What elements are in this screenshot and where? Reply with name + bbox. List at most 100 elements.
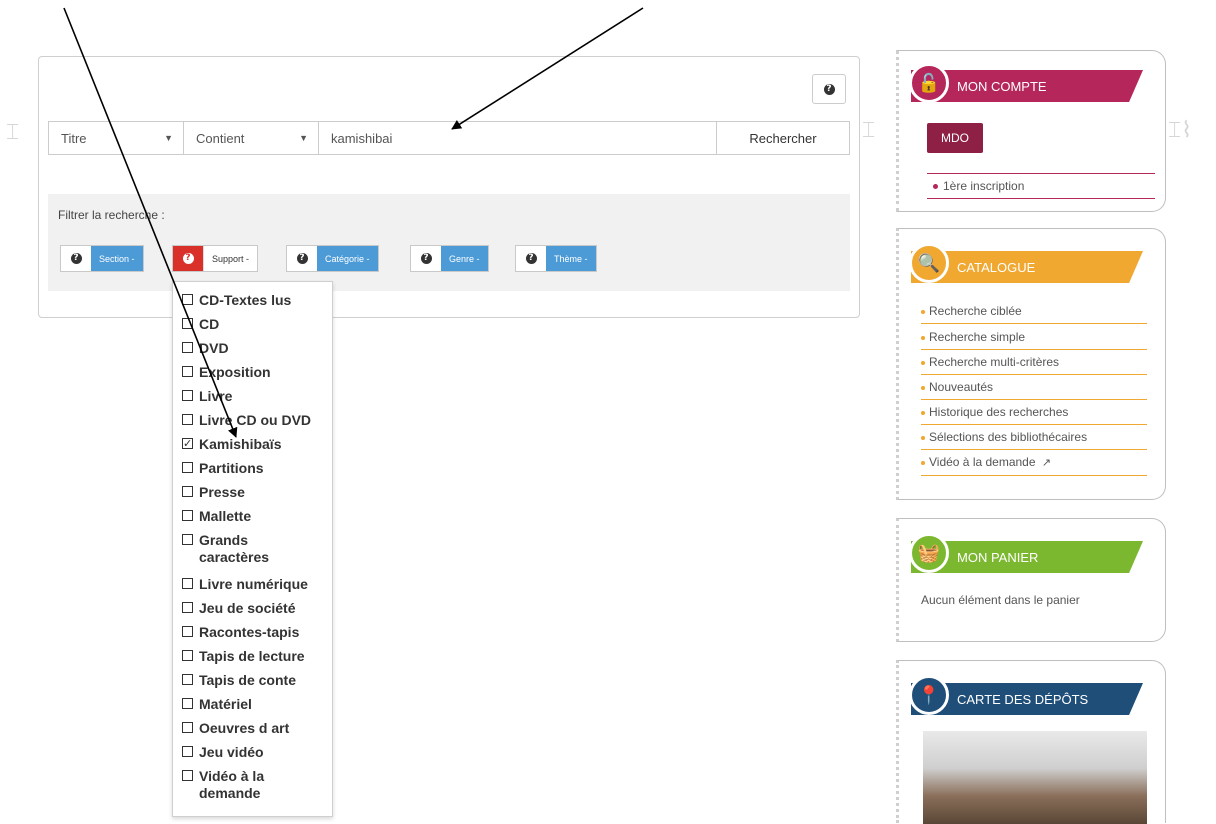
bullet-icon — [933, 184, 938, 189]
checkbox[interactable] — [182, 366, 193, 377]
support-option[interactable]: Jeu vidéo — [182, 744, 332, 761]
checkbox[interactable] — [182, 746, 193, 757]
checkbox[interactable] — [182, 390, 193, 401]
support-option[interactable]: Matériel — [182, 696, 332, 713]
support-option-label: Tapis de conte — [199, 672, 296, 688]
depots-map-image[interactable] — [923, 731, 1147, 824]
support-option[interactable]: Grands caractères — [182, 532, 332, 566]
checkbox[interactable] — [182, 342, 193, 353]
filter-genre-button[interactable]: ? Genre - — [410, 245, 489, 272]
support-option-label: Livre — [199, 388, 233, 404]
support-option[interactable]: Tapis de lecture — [182, 648, 332, 665]
account-user-button[interactable]: MDO — [927, 123, 983, 153]
field-select[interactable]: Titre ▼ — [49, 122, 184, 154]
support-option[interactable]: Oeuvres d art — [182, 720, 332, 737]
operator-select[interactable]: Contient ▼ — [184, 122, 319, 154]
field-select-value: Titre — [61, 130, 87, 146]
catalogue-link[interactable]: Recherche ciblée — [921, 299, 1147, 324]
filter-theme-label: Thème - — [546, 246, 596, 271]
catalogue-link[interactable]: Vidéo à la demande ↗ — [921, 450, 1147, 476]
map-pin-icon: 📍 — [909, 675, 949, 715]
filter-category-label: Catégorie - — [317, 246, 378, 271]
support-option-label: Jeu de société — [199, 600, 296, 616]
filter-category-button[interactable]: ? Catégorie - — [286, 245, 379, 272]
support-option-label: CD — [199, 316, 220, 332]
basket-icon: 🧺 — [909, 533, 949, 573]
filter-genre-label: Genre - — [441, 246, 488, 271]
question-icon: ? — [70, 253, 82, 264]
support-option-label: Mallette — [199, 508, 252, 524]
filter-support-button[interactable]: ? Support - — [172, 245, 259, 272]
support-option[interactable]: Racontes-tapis — [182, 624, 332, 641]
support-option-label: Presse — [199, 484, 245, 500]
checkbox[interactable] — [182, 534, 193, 545]
support-option[interactable]: CD-Textes lus — [182, 292, 332, 309]
question-icon: ? — [182, 253, 194, 264]
support-option-label: Livre numérique — [199, 576, 308, 592]
support-option[interactable]: DVD — [182, 340, 332, 357]
support-option[interactable]: Tapis de conte — [182, 672, 332, 689]
catalogue-link[interactable]: Recherche multi-critères — [921, 350, 1147, 375]
support-option[interactable]: Livre numérique — [182, 576, 332, 593]
checkbox[interactable] — [182, 674, 193, 685]
checkbox[interactable] — [182, 698, 193, 709]
search-input[interactable]: kamishibai — [319, 122, 717, 154]
search-row: Titre ▼ Contient ▼ kamishibai Rechercher — [48, 121, 850, 155]
catalogue-widget: 🔍 CATALOGUE Recherche ciblée Recherche s… — [896, 228, 1166, 500]
filter-section-button[interactable]: ? Section - — [60, 245, 144, 272]
caret-down-icon: ▼ — [164, 133, 173, 143]
scroll-decoration-left-icon: ⌶ — [6, 120, 20, 145]
checkbox[interactable] — [182, 626, 193, 637]
checkbox-checked[interactable] — [182, 435, 193, 452]
checkbox[interactable] — [182, 722, 193, 733]
checkbox[interactable] — [182, 462, 193, 473]
checkbox[interactable] — [182, 602, 193, 613]
catalogue-link[interactable]: Sélections des bibliothécaires — [921, 425, 1147, 450]
support-dropdown: CD-Textes lus CD DVD Exposition Livre Li… — [172, 281, 333, 817]
magnifier-icon: 🔍 — [909, 243, 949, 283]
support-option-label: CD-Textes lus — [199, 292, 292, 308]
first-registration-link[interactable]: 1ère inscription — [927, 173, 1155, 199]
question-icon: ? — [420, 253, 432, 264]
catalogue-link[interactable]: Historique des recherches — [921, 400, 1147, 425]
support-option[interactable]: Livre CD ou DVD — [182, 412, 332, 429]
support-option-label: Oeuvres d art — [199, 720, 290, 736]
support-option[interactable]: Kamishibaïs — [182, 435, 332, 453]
question-icon: ? — [296, 253, 308, 264]
filter-section-label: Section - — [91, 246, 143, 271]
support-option[interactable]: Partitions — [182, 460, 332, 477]
checkbox[interactable] — [182, 294, 193, 305]
depots-widget: 📍 CARTE DES DÉPÔTS — [896, 660, 1166, 824]
help-button[interactable]: ? — [812, 74, 846, 104]
checkbox[interactable] — [182, 770, 193, 781]
catalogue-link[interactable]: Nouveautés — [921, 375, 1147, 400]
support-option-label: Grands caractères — [199, 532, 270, 565]
search-button[interactable]: Rechercher — [717, 122, 849, 154]
filter-help-wrap: ? — [173, 246, 203, 271]
question-icon: ? — [525, 253, 537, 264]
checkbox[interactable] — [182, 486, 193, 497]
support-option[interactable]: Mallette — [182, 508, 332, 525]
support-option-label: Matériel — [199, 696, 252, 712]
checkbox[interactable] — [182, 414, 193, 425]
search-input-value: kamishibai — [331, 130, 393, 146]
support-option[interactable]: Vidéo à la demande — [182, 768, 332, 802]
support-option[interactable]: Livre — [182, 388, 332, 405]
filter-theme-button[interactable]: ? Thème - — [515, 245, 597, 272]
support-option[interactable]: CD — [182, 316, 332, 333]
checkbox[interactable] — [182, 578, 193, 589]
catalogue-link[interactable]: Recherche simple — [921, 325, 1147, 350]
support-option-label: Jeu vidéo — [199, 744, 264, 760]
filter-help-wrap: ? — [411, 246, 441, 271]
support-option[interactable]: Jeu de société — [182, 600, 332, 617]
support-option[interactable]: Presse — [182, 484, 332, 501]
support-option[interactable]: Exposition — [182, 364, 332, 381]
filter-help-wrap: ? — [287, 246, 317, 271]
checkbox[interactable] — [182, 318, 193, 329]
filter-label: Filtrer la recherche : — [58, 208, 165, 222]
caret-down-icon: ▼ — [299, 133, 308, 143]
checkbox[interactable] — [182, 650, 193, 661]
checkbox[interactable] — [182, 510, 193, 521]
first-registration-label: 1ère inscription — [943, 179, 1025, 193]
unlock-icon: 🔓 — [909, 63, 949, 103]
